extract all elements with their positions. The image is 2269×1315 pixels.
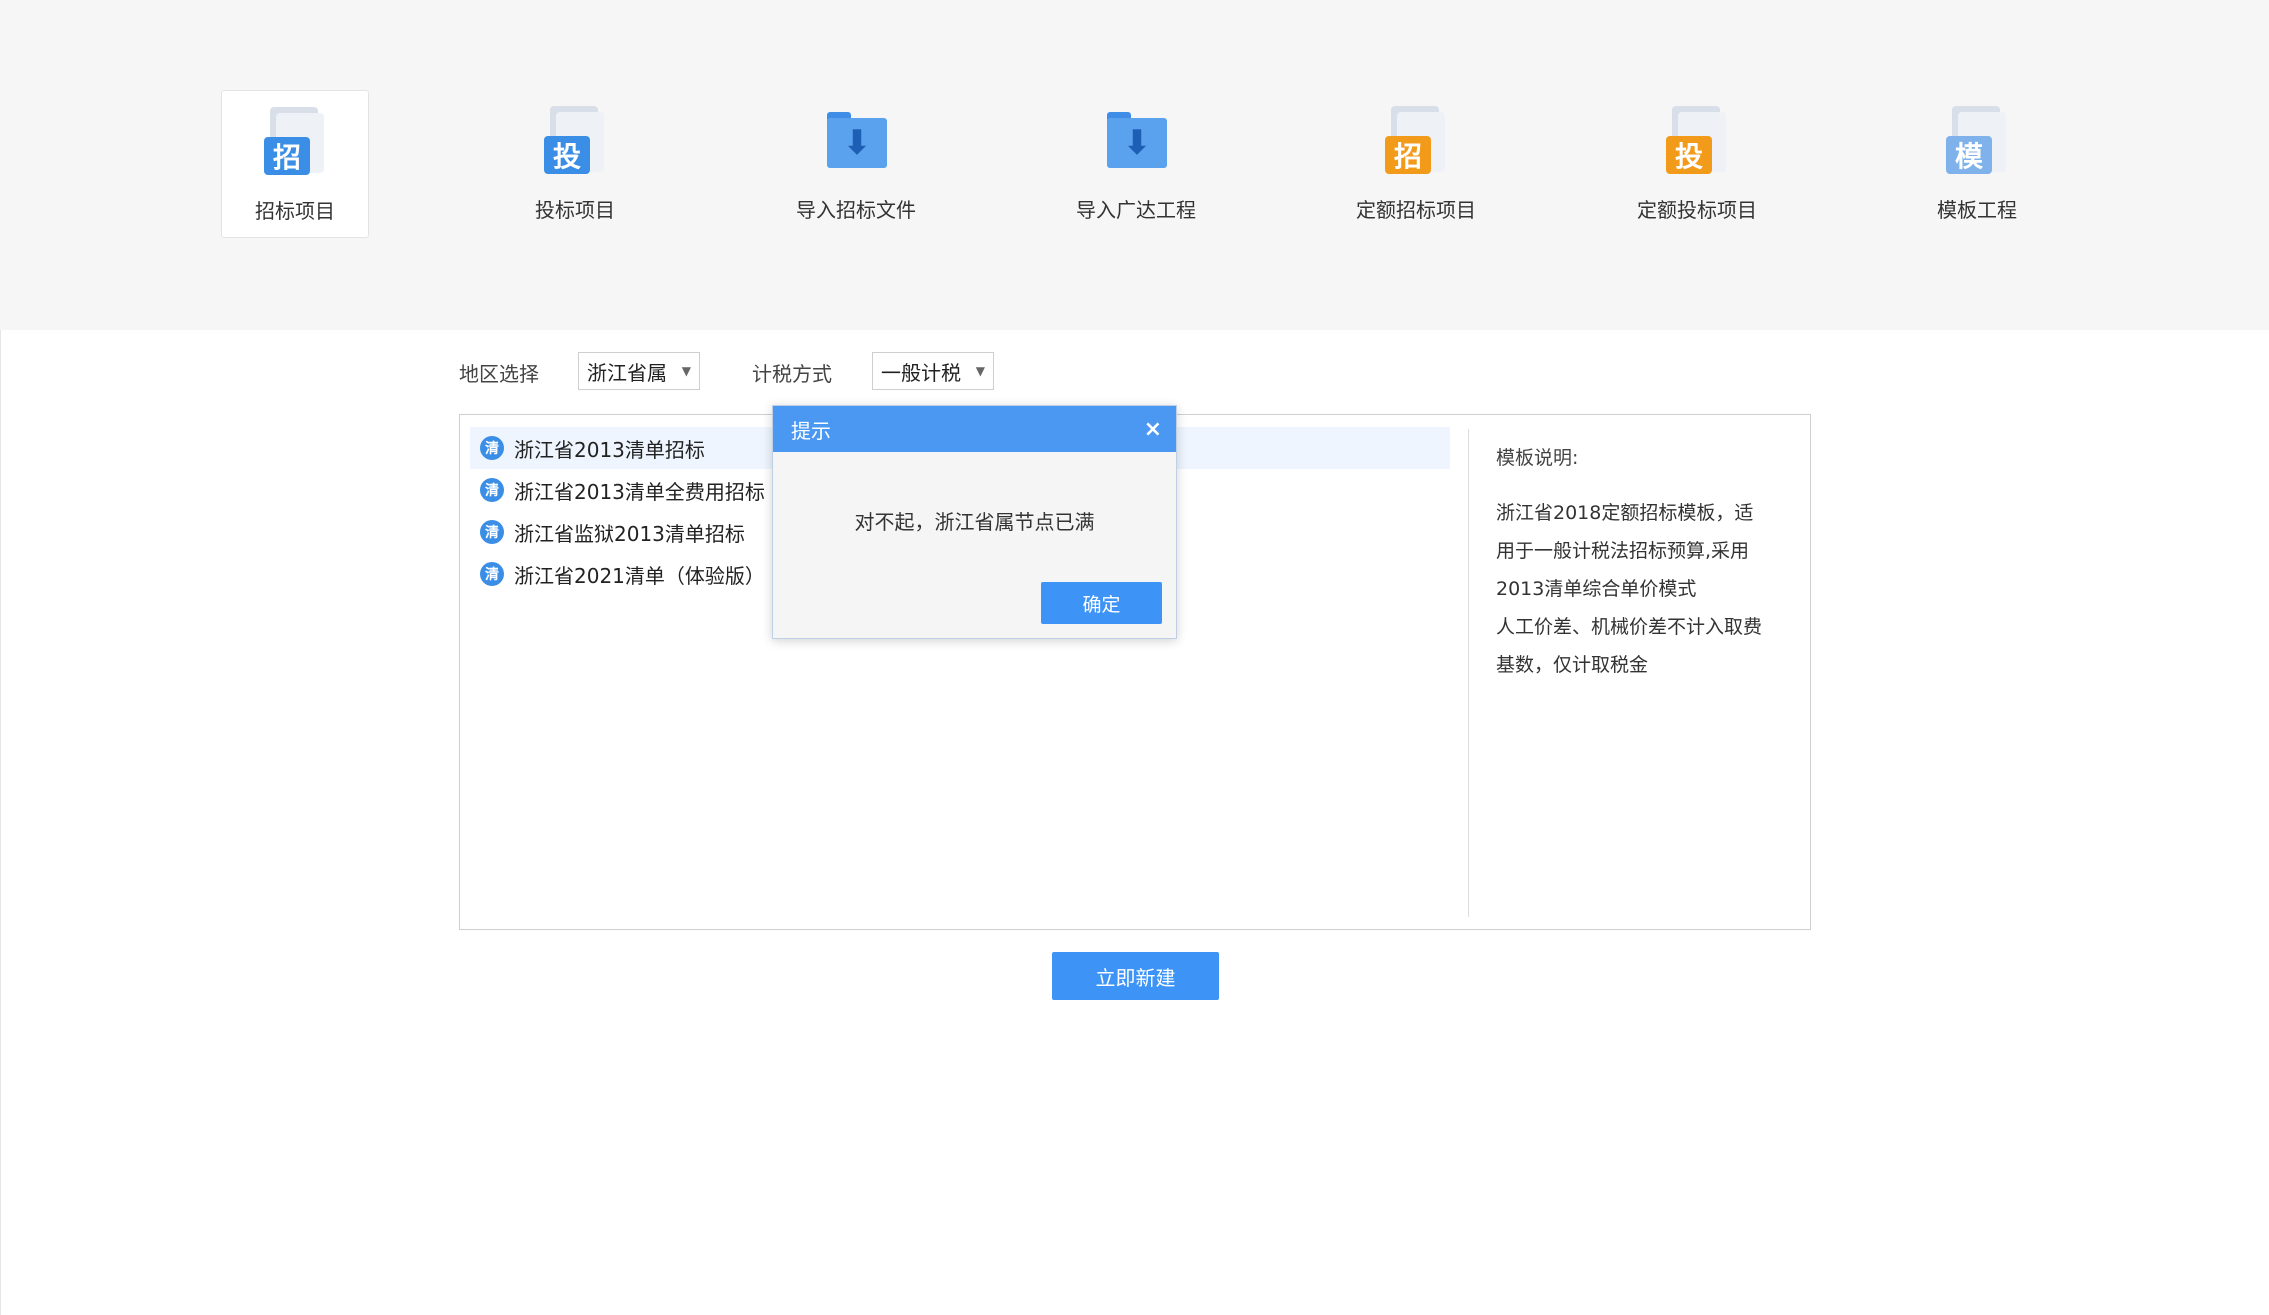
tile-label: 导入招标文件	[796, 198, 916, 222]
dialog-message: 对不起，浙江省属节点已满	[854, 510, 1095, 534]
qing-badge-icon: 清	[480, 562, 504, 586]
folder-download-icon: ⬇	[817, 104, 895, 182]
qing-badge-icon: 清	[480, 478, 504, 502]
folder-download-icon: ⬇	[1097, 104, 1175, 182]
region-select[interactable]: 浙江省属 ▼	[578, 352, 700, 390]
page-edge	[0, 330, 1, 1315]
tile-import-guangda[interactable]: ⬇ 导入广达工程	[1062, 90, 1210, 238]
qing-badge-icon: 清	[480, 520, 504, 544]
alert-dialog: 提示 × 对不起，浙江省属节点已满 确定	[772, 405, 1177, 639]
dialog-title: 提示	[791, 418, 831, 443]
tile-bid-project[interactable]: 招 招标项目	[221, 90, 369, 238]
create-now-button[interactable]: 立即新建	[1052, 952, 1219, 1000]
description-line: 人工价差、机械价差不计入取费	[1496, 616, 1763, 638]
tile-label: 导入广达工程	[1076, 198, 1196, 222]
zhao-doc-icon: 招	[256, 105, 334, 183]
region-label: 地区选择	[459, 362, 539, 386]
tile-label: 模板工程	[1937, 198, 2017, 222]
description-line: 浙江省2018定额招标模板，适	[1496, 502, 1754, 524]
tile-label: 定额投标项目	[1637, 198, 1757, 222]
chevron-down-icon: ▼	[681, 364, 691, 378]
tax-select[interactable]: 一般计税 ▼	[872, 352, 994, 390]
top-toolbar: 招 招标项目 投 投标项目 ⬇ 导入招标文件 ⬇ 导入广达工程 招 定额招标项目	[0, 0, 2269, 330]
close-icon[interactable]: ×	[1144, 417, 1162, 442]
mo-doc-icon: 模	[1938, 104, 2016, 182]
ok-button[interactable]: 确定	[1041, 582, 1162, 624]
description-line: 用于一般计税法招标预算,采用	[1496, 540, 1750, 562]
template-description: 模板说明: 浙江省2018定额招标模板，适 用于一般计税法招标预算,采用 201…	[1496, 443, 1786, 684]
list-item-label: 浙江省2021清单（体验版）	[514, 563, 765, 588]
tile-label: 招标项目	[255, 199, 335, 223]
tile-quota-bid-project[interactable]: 招 定额招标项目	[1342, 90, 1490, 238]
tou-doc-icon: 投	[536, 104, 614, 182]
qing-badge-icon: 清	[480, 436, 504, 460]
region-select-value: 浙江省属	[587, 360, 667, 385]
divider	[1468, 429, 1469, 917]
list-item-label: 浙江省2013清单招标	[514, 437, 705, 462]
tax-select-value: 一般计税	[881, 360, 961, 385]
description-text: 浙江省2018定额招标模板，适 用于一般计税法招标预算,采用 2013清单综合单…	[1496, 494, 1786, 684]
list-item-label: 浙江省2013清单全费用招标	[514, 479, 765, 504]
tile-tender-project[interactable]: 投 投标项目	[501, 90, 649, 238]
tile-import-bid-file[interactable]: ⬇ 导入招标文件	[782, 90, 930, 238]
description-title: 模板说明:	[1496, 447, 1579, 469]
description-line: 基数，仅计取税金	[1496, 654, 1649, 676]
tax-label: 计税方式	[752, 362, 832, 386]
description-line: 2013清单综合单价模式	[1496, 578, 1697, 600]
chevron-down-icon: ▼	[975, 364, 985, 378]
tile-quota-tender-project[interactable]: 投 定额投标项目	[1623, 90, 1771, 238]
list-item-label: 浙江省监狱2013清单招标	[514, 521, 745, 546]
tile-label: 定额招标项目	[1356, 198, 1476, 222]
tile-template-project[interactable]: 模 模板工程	[1903, 90, 2051, 238]
zhao-doc-orange-icon: 招	[1377, 104, 1455, 182]
dialog-header: 提示 ×	[773, 406, 1176, 452]
tou-doc-orange-icon: 投	[1658, 104, 1736, 182]
tile-label: 投标项目	[535, 198, 615, 222]
